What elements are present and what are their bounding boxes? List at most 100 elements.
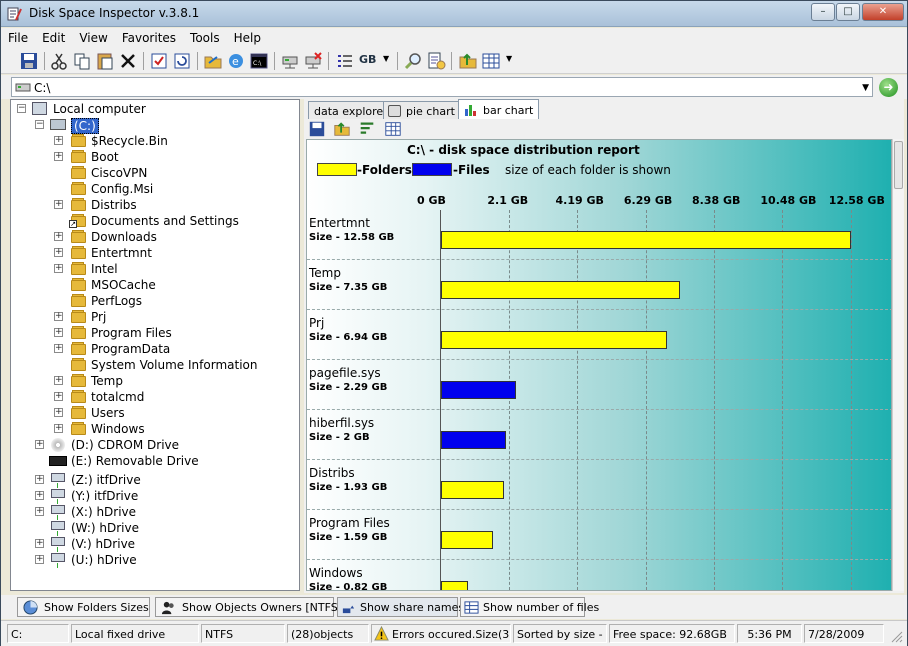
view-dropdown-icon[interactable]: ▼ xyxy=(506,54,512,63)
tree-node-folder[interactable]: + ProgramData xyxy=(11,341,291,357)
menu-help[interactable]: Help xyxy=(227,28,268,45)
tree-node-drive[interactable]: + (V:) hDrive xyxy=(11,536,291,552)
save-icon[interactable] xyxy=(19,51,39,71)
expand-icon[interactable]: + xyxy=(54,344,63,353)
tree-node-folder[interactable]: + Prj xyxy=(11,309,291,325)
category-label: Temp xyxy=(309,266,341,280)
menu-favorites[interactable]: Favorites xyxy=(115,28,183,45)
expand-icon[interactable]: + xyxy=(35,440,44,449)
unit-selector[interactable]: GB xyxy=(359,53,376,66)
chart-sort-icon[interactable] xyxy=(358,120,376,138)
chart-grid-icon[interactable] xyxy=(384,120,402,138)
tree-node-folder[interactable]: System Volume Information xyxy=(11,357,291,373)
tab-bar-chart[interactable]: bar chart xyxy=(458,99,540,120)
copy-icon[interactable] xyxy=(72,51,92,71)
maximize-button[interactable]: □ xyxy=(836,3,860,21)
expand-icon[interactable]: + xyxy=(54,312,63,321)
tree-node-folder[interactable]: ↗ Documents and Settings xyxy=(11,213,291,229)
expand-icon[interactable]: + xyxy=(35,555,44,564)
grid-view-icon[interactable] xyxy=(481,51,501,71)
expand-icon[interactable]: + xyxy=(54,152,63,161)
tree-node-folder[interactable]: + Distribs xyxy=(11,197,291,213)
tree-node-folder[interactable]: + Boot xyxy=(11,149,291,165)
menu-file[interactable]: File xyxy=(1,28,35,45)
chart-save-icon[interactable] xyxy=(308,120,326,138)
tree-node-drive[interactable]: + (X:) hDrive xyxy=(11,504,291,520)
search-icon[interactable] xyxy=(403,51,423,71)
command-prompt-icon[interactable]: C:\ xyxy=(249,51,269,71)
menu-tools[interactable]: Tools xyxy=(183,28,227,45)
chart-export-icon[interactable] xyxy=(333,120,351,138)
expand-icon[interactable]: + xyxy=(54,376,63,385)
tree-node-drive[interactable]: (E:) Removable Drive xyxy=(11,453,291,469)
tree-node-folder[interactable]: MSOCache xyxy=(11,277,291,293)
expand-icon[interactable]: + xyxy=(35,491,44,500)
category-label: pagefile.sys xyxy=(309,366,381,380)
status-drive-type: Local fixed drive xyxy=(71,624,199,643)
tree-node-folder[interactable]: CiscoVPN xyxy=(11,165,291,181)
expand-icon[interactable]: + xyxy=(54,424,63,433)
expand-icon[interactable]: + xyxy=(54,264,63,273)
minimize-button[interactable]: – xyxy=(811,3,835,21)
show-share-names-button[interactable]: Show share names xyxy=(337,597,464,617)
disconnect-drive-icon[interactable] xyxy=(303,51,323,71)
expand-icon[interactable]: + xyxy=(54,248,63,257)
expand-icon[interactable]: + xyxy=(54,392,63,401)
tree-node-drive[interactable]: + (Y:) itfDrive xyxy=(11,488,291,504)
expand-icon[interactable]: + xyxy=(35,507,44,516)
open-folder-icon[interactable] xyxy=(203,51,223,71)
tree-node-folder[interactable]: PerfLogs xyxy=(11,293,291,309)
menu-view[interactable]: View xyxy=(72,28,114,45)
collapse-icon[interactable]: − xyxy=(17,104,26,113)
address-dropdown-icon[interactable]: ▼ xyxy=(862,83,869,93)
show-objects-owners-button[interactable]: Show Objects Owners [NTFS] xyxy=(155,597,342,617)
scrollbar-thumb[interactable] xyxy=(894,141,903,189)
tree-node-folder[interactable]: + Intel xyxy=(11,261,291,277)
menu-edit[interactable]: Edit xyxy=(35,28,72,45)
tree-node-folder[interactable]: + Temp xyxy=(11,373,291,389)
tree-node-folder[interactable]: + $Recycle.Bin xyxy=(11,133,291,149)
delete-icon[interactable] xyxy=(118,51,138,71)
tree-node-folder[interactable]: + Downloads xyxy=(11,229,291,245)
collapse-icon[interactable]: − xyxy=(35,120,44,129)
tree-node-folder[interactable]: + Entertmnt xyxy=(11,245,291,261)
refresh-icon[interactable] xyxy=(172,51,192,71)
go-arrow-icon[interactable]: ➜ xyxy=(879,78,898,97)
internet-explorer-icon[interactable]: e xyxy=(226,51,246,71)
paste-icon[interactable] xyxy=(95,51,115,71)
tree-node-folder[interactable]: + totalcmd xyxy=(11,389,291,405)
export-folder-icon[interactable] xyxy=(458,51,478,71)
resize-grip-icon[interactable] xyxy=(889,629,903,643)
expand-icon[interactable]: + xyxy=(54,200,63,209)
network-drive-icon[interactable] xyxy=(280,51,300,71)
show-number-of-files-button[interactable]: Show number of files xyxy=(460,597,599,617)
cut-icon[interactable] xyxy=(49,51,69,71)
tree-node-local-computer[interactable]: − Local computer xyxy=(11,101,291,117)
tree-node-folder[interactable]: + Program Files xyxy=(11,325,291,341)
tab-data-explorer[interactable]: data explorer xyxy=(308,101,394,119)
chart-vertical-scrollbar[interactable] xyxy=(892,139,904,591)
expand-icon[interactable]: + xyxy=(35,475,44,484)
tree-node-drive-c[interactable]: − (C:) xyxy=(11,117,291,134)
tree-node-drive[interactable]: (W:) hDrive xyxy=(11,520,291,536)
expand-icon[interactable]: + xyxy=(54,408,63,417)
show-folders-sizes-button[interactable]: Show Folders Sizes xyxy=(17,597,150,617)
chevron-down-icon[interactable]: ▼ xyxy=(383,54,389,63)
expand-icon[interactable]: + xyxy=(54,136,63,145)
expand-icon[interactable]: + xyxy=(35,539,44,548)
shortcut-arrow-icon: ↗ xyxy=(69,220,77,228)
tree-node-folder[interactable]: Config.Msi xyxy=(11,181,291,197)
tree-node-folder[interactable]: + Users xyxy=(11,405,291,421)
close-button[interactable]: ✕ xyxy=(862,3,904,21)
address-input[interactable]: C:\ ▼ xyxy=(11,77,873,97)
list-view-icon[interactable] xyxy=(335,51,355,71)
tree-node-drive[interactable]: + (Z:) itfDrive xyxy=(11,472,291,488)
tree-node-drive[interactable]: + (U:) hDrive xyxy=(11,552,291,568)
tree-node-drive[interactable]: + (D:) CDROM Drive xyxy=(11,437,291,453)
expand-icon[interactable]: + xyxy=(54,232,63,241)
report-icon[interactable] xyxy=(426,51,446,71)
properties-icon[interactable] xyxy=(149,51,169,71)
expand-icon[interactable]: + xyxy=(54,328,63,337)
tab-pie-chart[interactable]: pie chart xyxy=(383,101,461,119)
tree-node-folder[interactable]: + Windows xyxy=(11,421,291,437)
